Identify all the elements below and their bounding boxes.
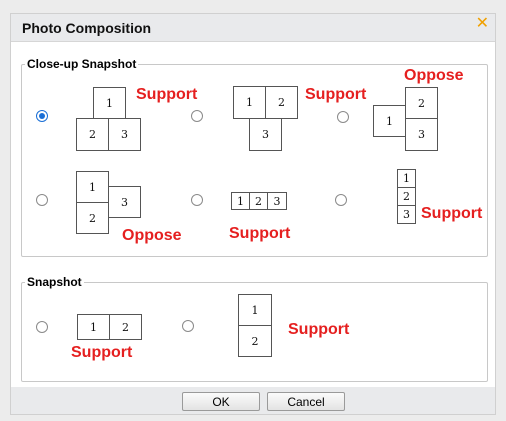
- closeup-layout-3-cell-1: 1: [373, 105, 406, 137]
- closeup-snapshot-legend: Close-up Snapshot: [27, 57, 137, 71]
- closeup-layout-4-annotation: Oppose: [122, 227, 182, 244]
- snapshot-layout-1-cell-2: 2: [109, 314, 142, 340]
- closeup-layout-5-cell-1: 1: [231, 192, 250, 210]
- closeup-layout-5-radio[interactable]: [191, 194, 203, 206]
- closeup-layout-2-cell-1: 1: [233, 86, 266, 119]
- closeup-layout-1-cell-3: 3: [108, 118, 141, 151]
- snapshot-layout-1-cell-1: 1: [77, 314, 110, 340]
- closeup-layout-6-cell-1: 1: [397, 169, 416, 188]
- dialog-title: Photo Composition: [22, 20, 152, 36]
- close-icon[interactable]: ✕: [476, 15, 489, 33]
- snapshot-layout-2-cell-1: 1: [238, 294, 272, 326]
- closeup-layout-5-cell-3: 3: [267, 192, 287, 210]
- dialog-footer: OK Cancel: [11, 387, 495, 414]
- closeup-layout-1-annotation: Support: [136, 86, 198, 103]
- closeup-layout-4-cell-1: 1: [76, 171, 109, 203]
- photo-composition-dialog: Photo Composition ✕ Close-up Snapshot 1 …: [10, 13, 496, 415]
- closeup-layout-2-radio[interactable]: [191, 110, 203, 122]
- closeup-layout-5-annotation: Support: [229, 225, 291, 242]
- closeup-layout-5-cell-2: 2: [249, 192, 268, 210]
- snapshot-layout-2-radio[interactable]: [182, 320, 194, 332]
- closeup-layout-4-cell-2: 2: [76, 202, 109, 234]
- snapshot-legend: Snapshot: [27, 275, 82, 289]
- closeup-layout-2-cell-3: 3: [249, 118, 282, 151]
- dialog-titlebar: Photo Composition ✕: [11, 14, 495, 42]
- closeup-layout-6-radio[interactable]: [335, 194, 347, 206]
- closeup-layout-6-cell-3: 3: [397, 205, 416, 224]
- closeup-layout-2-cell-2: 2: [265, 86, 298, 119]
- closeup-layout-4-cell-3: 3: [108, 186, 141, 218]
- cancel-button[interactable]: Cancel: [267, 392, 345, 411]
- closeup-layout-6-annotation: Support: [421, 205, 483, 222]
- snapshot-layout-2-cell-2: 2: [238, 325, 272, 357]
- closeup-layout-3-radio[interactable]: [337, 111, 349, 123]
- snapshot-layout-1-radio[interactable]: [36, 321, 48, 333]
- closeup-layout-3-cell-2: 2: [405, 87, 438, 119]
- closeup-layout-6-cell-2: 2: [397, 187, 416, 206]
- closeup-layout-3-annotation: Oppose: [404, 67, 464, 84]
- closeup-layout-1-cell-1: 1: [93, 87, 126, 119]
- snapshot-layout-1-annotation: Support: [71, 344, 133, 361]
- closeup-layout-1-cell-2: 2: [76, 118, 109, 151]
- closeup-layout-2-annotation: Support: [305, 86, 367, 103]
- closeup-layout-4-radio[interactable]: [36, 194, 48, 206]
- ok-button[interactable]: OK: [182, 392, 260, 411]
- closeup-layout-3-cell-3: 3: [405, 118, 438, 151]
- snapshot-layout-2-annotation: Support: [288, 321, 350, 338]
- closeup-layout-1-radio[interactable]: [36, 110, 48, 122]
